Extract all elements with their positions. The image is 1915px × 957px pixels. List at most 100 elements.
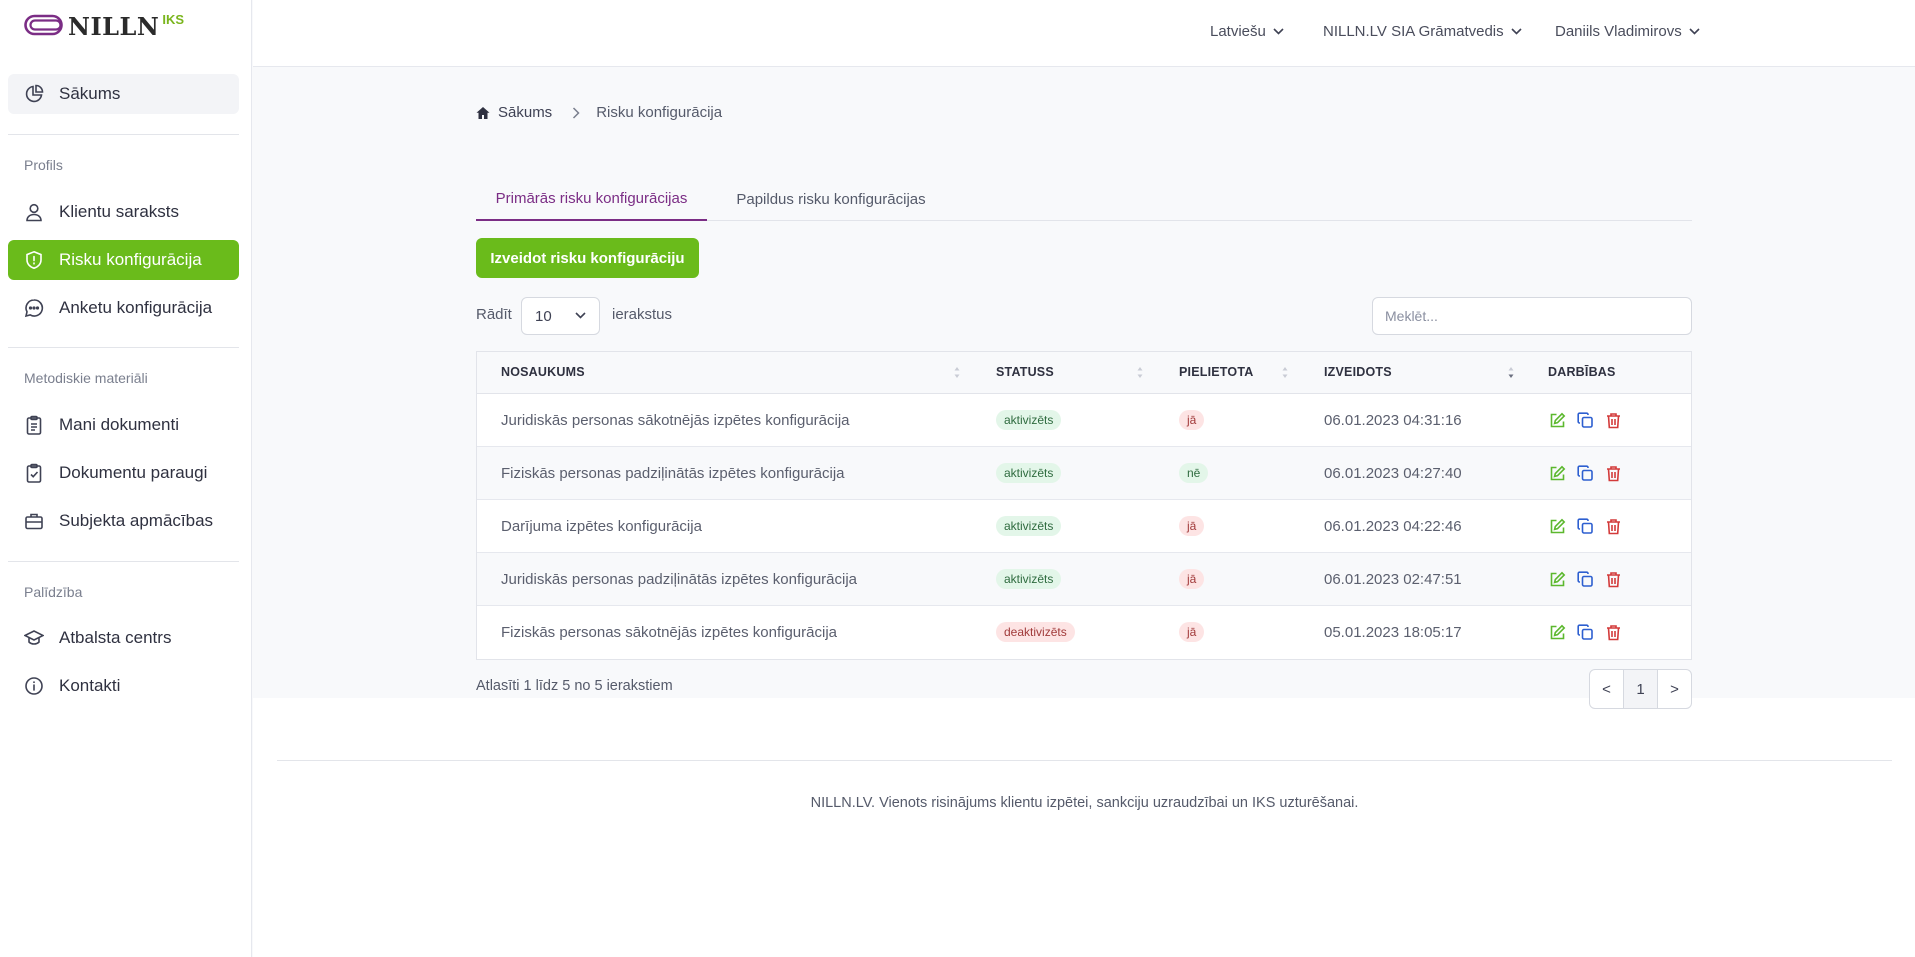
sidebar-item-my-documents[interactable]: Mani dokumenti: [8, 405, 239, 445]
breadcrumb-home[interactable]: Sākums: [498, 104, 552, 121]
sidebar-divider: [8, 134, 239, 135]
tabs: Primārās risku konfigurācijas Papildus r…: [476, 178, 1692, 221]
row-name: Juridiskās personas sākotnējās izpētes k…: [501, 412, 850, 429]
row-created: 06.01.2023 02:47:51: [1324, 571, 1462, 588]
edit-icon[interactable]: [1548, 464, 1566, 482]
sort-icon[interactable]: [1137, 366, 1143, 384]
applied-badge: nē: [1179, 463, 1209, 483]
pagination-prev-button[interactable]: <: [1590, 670, 1623, 708]
sidebar: NILLN IKS Sākums Profils Klientu sarakst…: [0, 0, 252, 957]
applied-badge: jā: [1179, 569, 1205, 589]
copy-icon[interactable]: [1576, 464, 1594, 482]
row-name: Fiziskās personas sākotnējās izpētes kon…: [501, 624, 837, 641]
copy-icon[interactable]: [1576, 411, 1594, 429]
sidebar-item-label: Sākums: [59, 84, 121, 103]
sidebar-item-label: Atbalsta centrs: [59, 628, 172, 647]
language-label: Latviešu: [1210, 23, 1266, 40]
sidebar-item-trainings[interactable]: Subjekta apmācības: [8, 501, 239, 541]
graduation-cap-icon: [24, 628, 44, 648]
logo-mark-icon: [24, 14, 63, 36]
column-header-name[interactable]: NOSAUKUMS: [501, 365, 585, 379]
applied-badge: jā: [1179, 410, 1205, 430]
risk-config-table: NOSAUKUMS STATUSS PIELIETOTA IZVEIDOTS D…: [476, 351, 1692, 660]
logo-sup: IKS: [162, 12, 185, 27]
footer-text: NILLN.LV. Vienots risinājums klientu izp…: [810, 795, 1359, 811]
chevron-down-icon: [1689, 28, 1700, 35]
sidebar-item-label: Risku konfigurācija: [59, 250, 202, 269]
company-dropdown[interactable]: NILLN.LV SIA Grāmatvedis: [1323, 23, 1522, 40]
clipboard-check-icon: [24, 463, 44, 483]
sort-icon[interactable]: [954, 366, 960, 384]
content-bottom-background: [253, 698, 1915, 957]
edit-icon[interactable]: [1548, 517, 1566, 535]
sidebar-item-support-center[interactable]: Atbalsta centrs: [8, 618, 239, 658]
sidebar-divider: [8, 561, 239, 562]
tab-additional[interactable]: Papildus risku konfigurācijas: [719, 178, 943, 221]
delete-icon[interactable]: [1604, 464, 1622, 482]
sidebar-section-label: Profils: [24, 157, 63, 173]
table-row: Juridiskās personas sākotnējās izpētes k…: [477, 394, 1691, 447]
copy-icon[interactable]: [1576, 623, 1594, 641]
column-header-status[interactable]: STATUSS: [996, 365, 1054, 379]
column-header-applied[interactable]: PIELIETOTA: [1179, 365, 1253, 379]
language-dropdown[interactable]: Latviešu: [1210, 23, 1284, 40]
applied-badge: jā: [1179, 622, 1205, 642]
tab-primary[interactable]: Primārās risku konfigurācijas: [476, 178, 707, 221]
show-label: Rādīt: [476, 306, 512, 323]
row-actions: [1548, 464, 1622, 482]
sidebar-item-survey-config[interactable]: Anketu konfigurācija: [8, 288, 239, 328]
sort-desc-icon[interactable]: [1508, 366, 1514, 384]
pagination-next-button[interactable]: >: [1657, 670, 1691, 708]
row-created: 06.01.2023 04:22:46: [1324, 518, 1462, 535]
table-info: Atlasīti 1 līdz 5 no 5 ierakstiem: [476, 678, 673, 694]
chat-icon: [24, 298, 44, 318]
table-row: Juridiskās personas padziļinātās izpētes…: [477, 553, 1691, 606]
create-risk-config-button[interactable]: Izveidot risku konfigurāciju: [476, 238, 699, 278]
sidebar-item-home[interactable]: Sākums: [8, 74, 239, 114]
table-row: Fiziskās personas padziļinātās izpētes k…: [477, 447, 1691, 500]
status-badge: aktivizēts: [996, 569, 1062, 589]
sidebar-item-document-templates[interactable]: Dokumentu paraugi: [8, 453, 239, 493]
pagination: < 1 >: [1589, 669, 1692, 709]
sidebar-section-label: Metodiskie materiāli: [24, 370, 148, 386]
row-actions: [1548, 517, 1622, 535]
delete-icon[interactable]: [1604, 570, 1622, 588]
status-badge: aktivizēts: [996, 410, 1062, 430]
edit-icon[interactable]: [1548, 570, 1566, 588]
search-input[interactable]: [1372, 297, 1692, 335]
sort-icon[interactable]: [1282, 366, 1288, 384]
delete-icon[interactable]: [1604, 517, 1622, 535]
edit-icon[interactable]: [1548, 411, 1566, 429]
sidebar-item-label: Dokumentu paraugi: [59, 463, 208, 482]
logo-text: NILLN: [68, 12, 160, 41]
copy-icon[interactable]: [1576, 517, 1594, 535]
entries-per-page-select[interactable]: 10: [521, 297, 600, 335]
row-name: Fiziskās personas padziļinātās izpētes k…: [501, 465, 845, 482]
delete-icon[interactable]: [1604, 411, 1622, 429]
status-badge: aktivizēts: [996, 463, 1062, 483]
chevron-down-icon: [575, 312, 586, 319]
user-name: Daniils Vladimirovs: [1555, 23, 1682, 40]
row-actions: [1548, 570, 1622, 588]
table-row: Darījuma izpētes konfigurācija aktivizēt…: [477, 500, 1691, 553]
copy-icon[interactable]: [1576, 570, 1594, 588]
user-dropdown[interactable]: Daniils Vladimirovs: [1555, 23, 1700, 40]
breadcrumb: Sākums Risku konfigurācija: [476, 104, 722, 121]
logo[interactable]: NILLN IKS: [24, 12, 184, 42]
table-header: NOSAUKUMS STATUSS PIELIETOTA IZVEIDOTS D…: [477, 352, 1691, 394]
pagination-page-button[interactable]: 1: [1623, 670, 1657, 708]
user-icon: [24, 202, 44, 222]
delete-icon[interactable]: [1604, 623, 1622, 641]
applied-badge: jā: [1179, 516, 1205, 536]
sidebar-item-risk-config[interactable]: Risku konfigurācija: [8, 240, 239, 280]
sidebar-item-contacts[interactable]: Kontakti: [8, 666, 239, 706]
edit-icon[interactable]: [1548, 623, 1566, 641]
pie-chart-icon: [24, 84, 44, 104]
chevron-down-icon: [1511, 28, 1522, 35]
sidebar-section-label: Palīdzība: [24, 584, 83, 600]
row-name: Darījuma izpētes konfigurācija: [501, 518, 702, 535]
clipboard-list-icon: [24, 415, 44, 435]
column-header-created[interactable]: IZVEIDOTS: [1324, 365, 1392, 379]
status-badge: aktivizēts: [996, 516, 1062, 536]
sidebar-item-clients[interactable]: Klientu saraksts: [8, 192, 239, 232]
